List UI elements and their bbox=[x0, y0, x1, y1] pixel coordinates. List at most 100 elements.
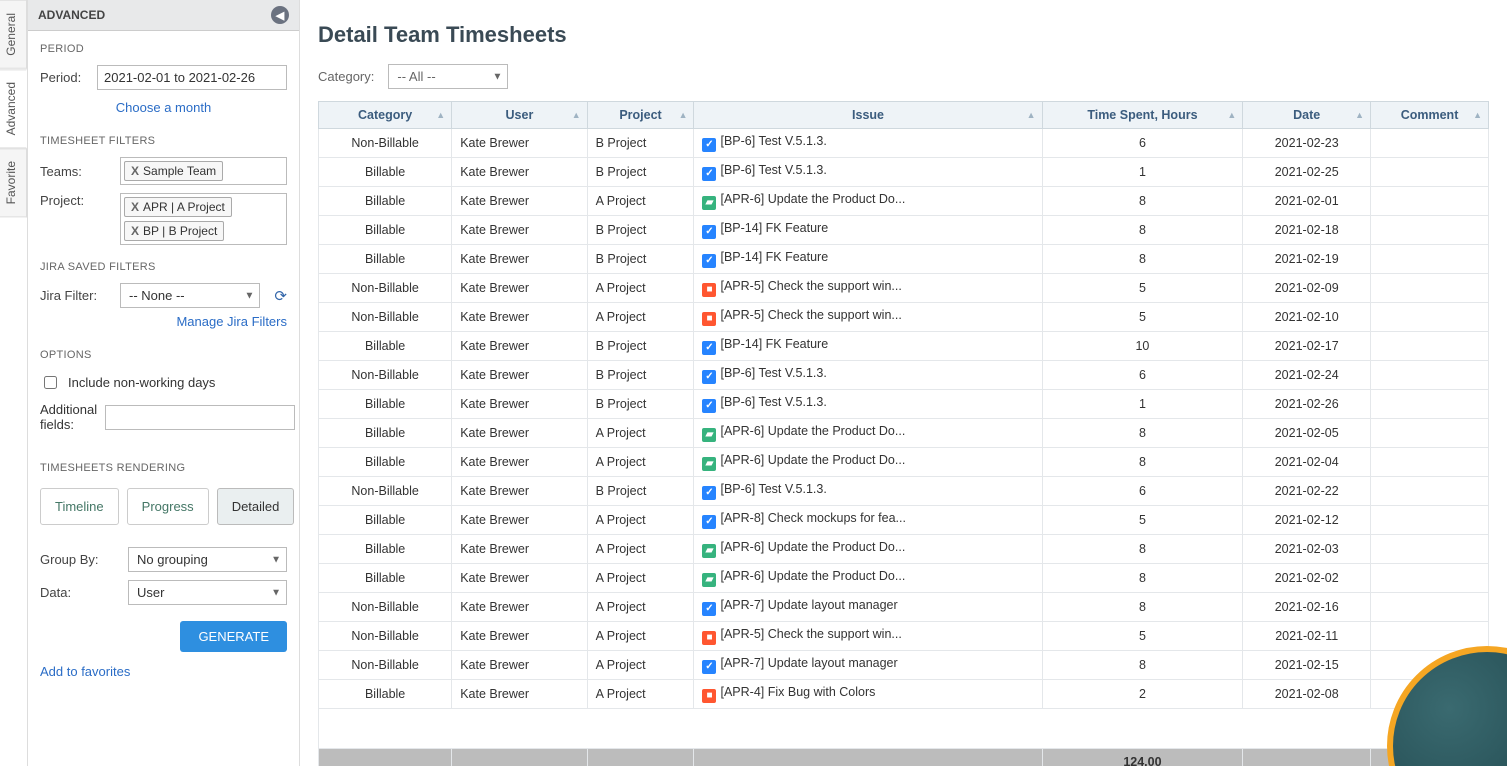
table-row[interactable]: BillableKate BrewerA Project▰[APR-6] Upd… bbox=[319, 448, 1489, 477]
total-hours-cell: 124.00 bbox=[1042, 749, 1243, 766]
additional-fields-label: Additional fields: bbox=[40, 402, 97, 432]
issue-type-icon: ▰ bbox=[702, 196, 716, 210]
table-row[interactable]: BillableKate BrewerB Project✓[BP-14] FK … bbox=[319, 332, 1489, 361]
cell-comment bbox=[1371, 477, 1489, 506]
render-timeline-button[interactable]: Timeline bbox=[40, 488, 119, 525]
col-header-project[interactable]: Project▲ bbox=[587, 102, 694, 129]
issue-type-icon: ✓ bbox=[702, 167, 716, 181]
table-row[interactable]: BillableKate BrewerA Project✓[APR-8] Che… bbox=[319, 506, 1489, 535]
cell-user: Kate Brewer bbox=[452, 158, 587, 187]
sort-icon: ▲ bbox=[436, 110, 445, 120]
render-detailed-button[interactable]: Detailed bbox=[217, 488, 295, 525]
table-row[interactable]: Non-BillableKate BrewerA Project✓[APR-7]… bbox=[319, 593, 1489, 622]
project-chip[interactable]: X BP | B Project bbox=[124, 221, 224, 241]
cell-category: Non-Billable bbox=[319, 622, 452, 651]
main-content: Detail Team Timesheets Category: -- All … bbox=[300, 0, 1507, 766]
cell-user: Kate Brewer bbox=[452, 680, 587, 709]
cell-project: B Project bbox=[587, 390, 694, 419]
generate-button[interactable]: GENERATE bbox=[180, 621, 287, 652]
chip-remove-icon[interactable]: X bbox=[131, 164, 139, 178]
cell-category: Billable bbox=[319, 245, 452, 274]
col-header-category[interactable]: Category▲ bbox=[319, 102, 452, 129]
table-row[interactable]: Non-BillableKate BrewerB Project✓[BP-6] … bbox=[319, 477, 1489, 506]
cell-hours: 5 bbox=[1042, 506, 1243, 535]
vert-tab-advanced[interactable]: Advanced bbox=[0, 69, 27, 148]
group-by-select[interactable]: No grouping bbox=[128, 547, 287, 572]
table-row[interactable]: Non-BillableKate BrewerB Project✓[BP-6] … bbox=[319, 361, 1489, 390]
cell-issue: ✓[BP-6] Test V.5.1.3. bbox=[694, 390, 1042, 419]
rendering-title: TIMESHEETS RENDERING bbox=[28, 450, 299, 480]
cell-hours: 8 bbox=[1042, 564, 1243, 593]
team-chip[interactable]: XSample Team bbox=[124, 161, 223, 181]
cell-hours: 5 bbox=[1042, 303, 1243, 332]
col-header-user[interactable]: User▲ bbox=[452, 102, 587, 129]
project-chip-container[interactable]: XAPR | A ProjectXBP | B Project bbox=[120, 193, 287, 245]
add-to-favorites-link[interactable]: Add to favorites bbox=[40, 664, 130, 679]
cell-hours: 8 bbox=[1042, 216, 1243, 245]
sidebar-panel: ADVANCED ◀ PERIOD Period: Choose a month… bbox=[28, 0, 300, 766]
project-chip[interactable]: XAPR | A Project bbox=[124, 197, 232, 217]
table-row[interactable]: Non-BillableKate BrewerA Project✓[APR-7]… bbox=[319, 651, 1489, 680]
cell-date: 2021-02-26 bbox=[1243, 390, 1371, 419]
collapse-sidebar-icon[interactable]: ◀ bbox=[271, 6, 289, 24]
cell-issue: ▰[APR-6] Update the Product Do... bbox=[694, 419, 1042, 448]
total-empty-cell bbox=[1243, 749, 1371, 766]
chip-remove-icon[interactable]: X bbox=[131, 224, 139, 238]
chip-remove-icon[interactable]: X bbox=[131, 200, 139, 214]
cell-date: 2021-02-11 bbox=[1243, 622, 1371, 651]
cell-project: B Project bbox=[587, 245, 694, 274]
category-select[interactable]: -- All -- bbox=[388, 64, 508, 89]
table-row[interactable]: BillableKate BrewerA Project▰[APR-6] Upd… bbox=[319, 419, 1489, 448]
table-row[interactable]: BillableKate BrewerB Project✓[BP-6] Test… bbox=[319, 390, 1489, 419]
project-chip-label: BP | B Project bbox=[143, 224, 217, 238]
col-header-time-spent-hours[interactable]: Time Spent, Hours▲ bbox=[1042, 102, 1243, 129]
cell-project: A Project bbox=[587, 564, 694, 593]
data-select[interactable]: User bbox=[128, 580, 287, 605]
cell-date: 2021-02-25 bbox=[1243, 158, 1371, 187]
cell-comment bbox=[1371, 216, 1489, 245]
col-header-date[interactable]: Date▲ bbox=[1243, 102, 1371, 129]
refresh-icon[interactable]: ⟳ bbox=[274, 287, 287, 305]
cell-date: 2021-02-16 bbox=[1243, 593, 1371, 622]
additional-fields-input[interactable] bbox=[105, 405, 295, 430]
cell-user: Kate Brewer bbox=[452, 303, 587, 332]
cell-date: 2021-02-23 bbox=[1243, 129, 1371, 158]
manage-jira-filters-link[interactable]: Manage Jira Filters bbox=[176, 314, 287, 329]
choose-month-link[interactable]: Choose a month bbox=[116, 100, 211, 115]
jira-filter-select[interactable]: -- None -- bbox=[120, 283, 260, 308]
render-progress-button[interactable]: Progress bbox=[127, 488, 209, 525]
cell-category: Billable bbox=[319, 332, 452, 361]
cell-issue: ▰[APR-6] Update the Product Do... bbox=[694, 187, 1042, 216]
cell-hours: 6 bbox=[1042, 361, 1243, 390]
table-row[interactable]: Non-BillableKate BrewerA Project■[APR-5]… bbox=[319, 622, 1489, 651]
table-row[interactable]: BillableKate BrewerA Project■[APR-4] Fix… bbox=[319, 680, 1489, 709]
cell-comment bbox=[1371, 303, 1489, 332]
table-row[interactable]: Non-BillableKate BrewerA Project■[APR-5]… bbox=[319, 303, 1489, 332]
table-row[interactable]: BillableKate BrewerA Project▰[APR-6] Upd… bbox=[319, 187, 1489, 216]
period-input[interactable] bbox=[97, 65, 287, 90]
render-mode-buttons: TimelineProgressDetailed bbox=[28, 480, 299, 533]
vert-tab-general[interactable]: General bbox=[0, 0, 27, 69]
table-row[interactable]: Non-BillableKate BrewerA Project■[APR-5]… bbox=[319, 274, 1489, 303]
table-row[interactable]: BillableKate BrewerB Project✓[BP-14] FK … bbox=[319, 245, 1489, 274]
vert-tab-favorite[interactable]: Favorite bbox=[0, 148, 27, 217]
table-row[interactable]: Non-BillableKate BrewerB Project✓[BP-6] … bbox=[319, 129, 1489, 158]
col-header-comment[interactable]: Comment▲ bbox=[1371, 102, 1489, 129]
cell-user: Kate Brewer bbox=[452, 361, 587, 390]
sort-icon: ▲ bbox=[1227, 110, 1236, 120]
project-label: Project: bbox=[40, 193, 112, 208]
table-row[interactable]: BillableKate BrewerA Project▰[APR-6] Upd… bbox=[319, 535, 1489, 564]
sort-icon: ▲ bbox=[572, 110, 581, 120]
cell-user: Kate Brewer bbox=[452, 564, 587, 593]
table-row[interactable]: BillableKate BrewerA Project▰[APR-6] Upd… bbox=[319, 564, 1489, 593]
col-header-issue[interactable]: Issue▲ bbox=[694, 102, 1042, 129]
cell-project: A Project bbox=[587, 651, 694, 680]
cell-date: 2021-02-01 bbox=[1243, 187, 1371, 216]
teams-chip-container[interactable]: XSample Team bbox=[120, 157, 287, 185]
table-row[interactable]: BillableKate BrewerB Project✓[BP-6] Test… bbox=[319, 158, 1489, 187]
include-non-working-checkbox[interactable] bbox=[44, 376, 57, 389]
cell-hours: 6 bbox=[1042, 477, 1243, 506]
table-row[interactable]: BillableKate BrewerB Project✓[BP-14] FK … bbox=[319, 216, 1489, 245]
issue-type-icon: ✓ bbox=[702, 138, 716, 152]
cell-comment bbox=[1371, 361, 1489, 390]
